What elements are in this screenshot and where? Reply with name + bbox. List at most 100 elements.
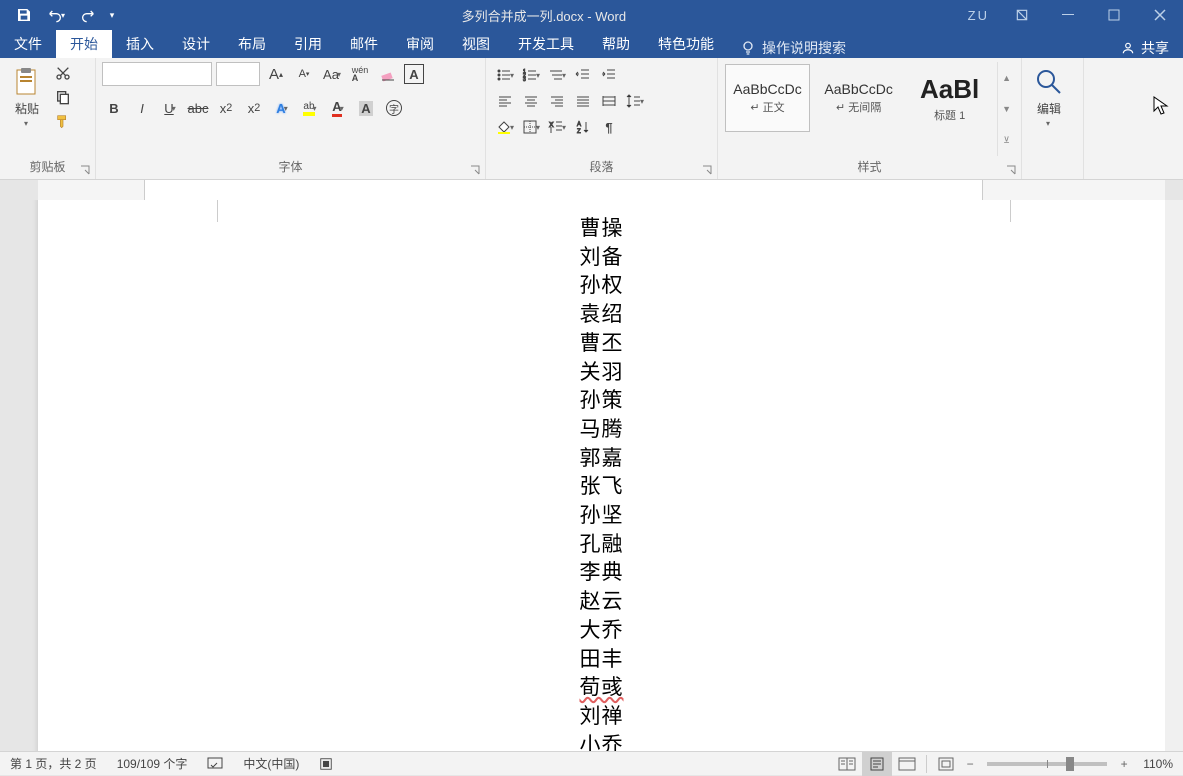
cut-button[interactable]: [52, 62, 74, 84]
zoom-slider[interactable]: [987, 762, 1107, 766]
style-heading1-preview: AaBl: [920, 74, 979, 105]
maximize-button[interactable]: [1091, 0, 1137, 30]
tab-insert[interactable]: 插入: [112, 30, 168, 58]
font-color-button[interactable]: A▾: [326, 96, 350, 120]
align-center-icon: [523, 93, 539, 109]
bold-button[interactable]: B: [102, 96, 126, 120]
superscript-button[interactable]: x2: [242, 96, 266, 120]
char-border-button[interactable]: A: [404, 64, 424, 84]
italic-button[interactable]: I: [130, 96, 154, 120]
clipboard-launcher[interactable]: [79, 163, 93, 177]
clear-format-button[interactable]: [376, 62, 400, 86]
style-normal-name: ↵ 正文: [750, 99, 784, 115]
increase-indent-button[interactable]: [596, 62, 622, 88]
styles-launcher[interactable]: [1005, 163, 1019, 177]
decrease-indent-button[interactable]: [570, 62, 596, 88]
tab-help[interactable]: 帮助: [588, 30, 644, 58]
tab-home[interactable]: 开始: [56, 30, 112, 58]
style-normal[interactable]: AaBbCcDc ↵ 正文: [725, 64, 810, 132]
document-line: 关羽: [38, 358, 1165, 387]
show-marks-button[interactable]: ¶: [596, 114, 622, 140]
save-button[interactable]: [8, 0, 40, 30]
tab-developer[interactable]: 开发工具: [504, 30, 588, 58]
web-layout-button[interactable]: [892, 752, 922, 776]
align-right-button[interactable]: [544, 88, 570, 114]
document-content[interactable]: 曹操刘备孙权袁绍曹丕关羽孙策马腾郭嘉张飞孙坚孔融李典赵云大乔田丰荀彧刘禅小乔: [38, 214, 1165, 751]
focus-mode-button[interactable]: [931, 752, 961, 776]
page[interactable]: 曹操刘备孙权袁绍曹丕关羽孙策马腾郭嘉张飞孙坚孔融李典赵云大乔田丰荀彧刘禅小乔: [38, 200, 1165, 751]
tab-mail[interactable]: 邮件: [336, 30, 392, 58]
paste-button[interactable]: 粘贴 ▾: [6, 62, 48, 128]
style-heading1[interactable]: AaBl 标题 1: [907, 64, 992, 132]
minimize-button[interactable]: [1045, 0, 1091, 30]
group-clipboard: 粘贴 ▾ 剪贴板: [0, 58, 96, 179]
share-button[interactable]: 共享: [1141, 38, 1169, 58]
change-case-button[interactable]: Aa▾: [320, 62, 344, 86]
format-painter-button[interactable]: [52, 110, 74, 132]
word-count[interactable]: 109/109 个字: [107, 752, 198, 775]
borders-button[interactable]: ▾: [518, 114, 544, 140]
highlight-button[interactable]: ab▾: [298, 96, 322, 120]
char-shading-button[interactable]: A: [354, 96, 378, 120]
vertical-scrollbar[interactable]: [1165, 200, 1183, 751]
font-size-input[interactable]: [216, 62, 260, 86]
zoom-out-button[interactable]: −: [961, 757, 979, 771]
numbering-button[interactable]: 123▾: [518, 62, 544, 88]
page-indicator[interactable]: 第 1 页，共 2 页: [0, 752, 107, 775]
undo-button[interactable]: ▾: [40, 0, 72, 30]
paragraph-launcher[interactable]: [701, 163, 715, 177]
multilevel-button[interactable]: ▾: [544, 62, 570, 88]
underline-button[interactable]: U▾: [158, 96, 182, 120]
language-indicator[interactable]: 中文(中国): [233, 752, 309, 775]
document-line: 郭嘉: [38, 444, 1165, 473]
style-nospacing[interactable]: AaBbCcDc ↵ 无间隔: [816, 64, 901, 132]
tab-special[interactable]: 特色功能: [644, 30, 728, 58]
styles-expand[interactable]: ⊻: [998, 125, 1015, 156]
tab-design[interactable]: 设计: [168, 30, 224, 58]
distributed-button[interactable]: [596, 88, 622, 114]
close-button[interactable]: [1137, 0, 1183, 30]
shading-button[interactable]: ▾: [492, 114, 518, 140]
zoom-in-button[interactable]: +: [1115, 757, 1133, 771]
redo-button[interactable]: [72, 0, 104, 30]
document-line: 孙权: [38, 271, 1165, 300]
document-line: 曹操: [38, 214, 1165, 243]
tab-file[interactable]: 文件: [0, 30, 56, 58]
print-layout-button[interactable]: [862, 752, 892, 776]
align-left-button[interactable]: [492, 88, 518, 114]
ruler[interactable]: [0, 180, 1183, 200]
tab-review[interactable]: 审阅: [392, 30, 448, 58]
phonetic-guide-button[interactable]: wénA: [348, 62, 372, 86]
group-paragraph: ▾ 123▾ ▾ ▾ ▾ ▾ X▾ AZ ¶ 段落: [486, 58, 718, 179]
spell-check-button[interactable]: [197, 752, 233, 775]
title-bar: ▾ ▾ 多列合并成一列.docx - Word ZU: [0, 0, 1183, 30]
font-launcher[interactable]: [469, 163, 483, 177]
styles-scroll-down[interactable]: ▼: [998, 93, 1015, 124]
tab-layout[interactable]: 布局: [224, 30, 280, 58]
copy-button[interactable]: [52, 86, 74, 108]
sort-button[interactable]: AZ: [570, 114, 596, 140]
tab-view[interactable]: 视图: [448, 30, 504, 58]
tab-references[interactable]: 引用: [280, 30, 336, 58]
bullets-button[interactable]: ▾: [492, 62, 518, 88]
zoom-level[interactable]: 110%: [1133, 752, 1183, 775]
justify-button[interactable]: [570, 88, 596, 114]
find-button[interactable]: 编辑 ▾: [1028, 62, 1070, 128]
styles-scroll-up[interactable]: ▲: [998, 62, 1015, 93]
shrink-font-button[interactable]: A▾: [292, 62, 316, 86]
enclose-char-button[interactable]: 字: [382, 96, 406, 120]
strikethrough-button[interactable]: abc: [186, 96, 210, 120]
align-center-button[interactable]: [518, 88, 544, 114]
macro-button[interactable]: [309, 752, 343, 775]
qat-customize-button[interactable]: ▾: [104, 0, 120, 30]
subscript-button[interactable]: x2: [214, 96, 238, 120]
asian-layout-button[interactable]: X▾: [544, 114, 570, 140]
ribbon-options-button[interactable]: [999, 0, 1045, 30]
grow-font-button[interactable]: A▴: [264, 62, 288, 86]
line-spacing-button[interactable]: ▾: [622, 88, 648, 114]
tell-me-search[interactable]: 操作说明搜索: [728, 38, 858, 58]
styles-group-label: 样式: [724, 156, 1015, 177]
text-effects-button[interactable]: A▾: [270, 96, 294, 120]
read-mode-button[interactable]: [832, 752, 862, 776]
font-name-input[interactable]: [102, 62, 212, 86]
